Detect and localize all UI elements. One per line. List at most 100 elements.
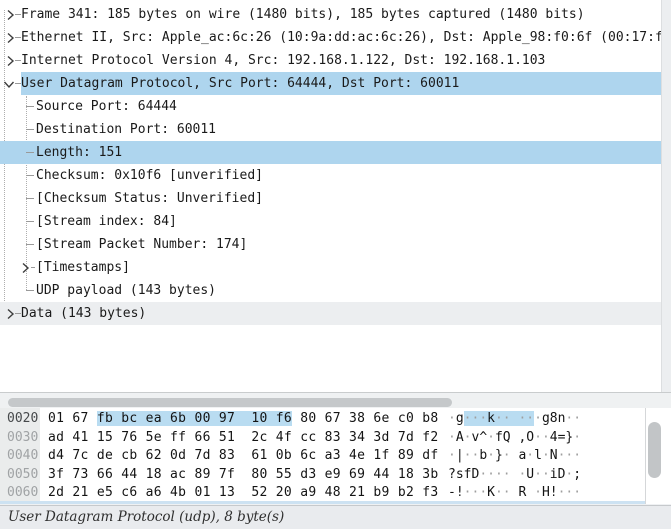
- details-horizontal-scrollbar[interactable]: [0, 394, 671, 408]
- hex-byte[interactable]: ac: [170, 467, 186, 482]
- hex-byte[interactable]: 61: [251, 448, 267, 463]
- tree-row[interactable]: Length: 151: [0, 141, 661, 164]
- hex-byte[interactable]: 0b: [276, 448, 292, 463]
- hex-byte[interactable]: 4f: [276, 430, 292, 445]
- hex-byte[interactable]: f2: [422, 430, 438, 445]
- tree-row[interactable]: [Checksum Status: Unverified]: [0, 187, 661, 210]
- ascii-column[interactable]: ·A·v^·fQ ,O··4=}·: [448, 429, 581, 448]
- hex-byte[interactable]: 18: [398, 467, 414, 482]
- hex-byte[interactable]: 67: [325, 411, 341, 426]
- expand-chevron-icon[interactable]: [21, 262, 30, 274]
- expand-chevron-icon[interactable]: [6, 32, 15, 44]
- hex-byte[interactable]: 62: [146, 448, 162, 463]
- details-vertical-scrollbar[interactable]: [661, 0, 671, 392]
- hex-byte[interactable]: ad: [48, 430, 64, 445]
- hex-row[interactable]: 0040d4 7c de cb 62 0d 7d 83 61 0b 6c a3 …: [0, 447, 645, 466]
- hex-byte[interactable]: b9: [373, 485, 389, 500]
- hex-byte[interactable]: 44: [121, 467, 137, 482]
- hex-byte[interactable]: 18: [146, 467, 162, 482]
- hex-row[interactable]: 0030ad 41 15 76 5e ff 66 51 2c 4f cc 83 …: [0, 429, 645, 448]
- hex-byte[interactable]: 48: [325, 485, 341, 500]
- bytes-vertical-scrollbar[interactable]: [645, 408, 671, 504]
- hex-byte[interactable]: 01: [194, 485, 210, 500]
- hex-byte[interactable]: de: [97, 448, 113, 463]
- hex-byte[interactable]: a6: [146, 485, 162, 500]
- hex-byte[interactable]: 10: [251, 411, 267, 426]
- hex-byte[interactable]: f6: [276, 411, 292, 426]
- hex-byte[interactable]: 3d: [373, 430, 389, 445]
- ascii-column[interactable]: ·g···k·· ···g8n··: [448, 410, 581, 429]
- hex-byte[interactable]: c0: [398, 411, 414, 426]
- tree-row[interactable]: Data (143 bytes): [0, 302, 661, 325]
- hex-byte[interactable]: f3: [422, 485, 438, 500]
- horizontal-scrollbar-thumb[interactable]: [8, 398, 452, 407]
- hex-byte[interactable]: 3b: [422, 467, 438, 482]
- hex-byte[interactable]: 2d: [48, 485, 64, 500]
- hex-byte[interactable]: 5e: [146, 430, 162, 445]
- hex-byte[interactable]: 89: [194, 467, 210, 482]
- expand-chevron-icon[interactable]: [6, 55, 15, 67]
- hex-byte[interactable]: 44: [373, 467, 389, 482]
- hex-byte[interactable]: 7d: [398, 430, 414, 445]
- vertical-scrollbar-thumb[interactable]: [648, 422, 661, 478]
- tree-row[interactable]: User Datagram Protocol, Src Port: 64444,…: [0, 72, 661, 95]
- hex-byte[interactable]: 83: [219, 448, 235, 463]
- hex-byte[interactable]: 2c: [251, 430, 267, 445]
- hex-byte[interactable]: 66: [97, 467, 113, 482]
- hex-byte[interactable]: 66: [194, 430, 210, 445]
- hex-byte[interactable]: bc: [121, 411, 137, 426]
- tree-row[interactable]: Frame 341: 185 bytes on wire (1480 bits)…: [0, 3, 661, 26]
- hex-bytes[interactable]: d4 7c de cb 62 0d 7d 83 61 0b 6c a3 4e 1…: [48, 447, 438, 466]
- tree-row[interactable]: Checksum: 0x10f6 [unverified]: [0, 164, 661, 187]
- ascii-column[interactable]: ·|··b·}· a·l·N···: [448, 447, 581, 466]
- tree-row[interactable]: Destination Port: 60011: [0, 118, 661, 141]
- hex-byte[interactable]: b8: [422, 411, 438, 426]
- hex-byte[interactable]: 73: [72, 467, 88, 482]
- hex-byte[interactable]: 4e: [349, 448, 365, 463]
- hex-byte[interactable]: b2: [398, 485, 414, 500]
- hex-byte[interactable]: 52: [251, 485, 267, 500]
- hex-byte[interactable]: fb: [97, 411, 113, 426]
- hex-byte[interactable]: 0d: [170, 448, 186, 463]
- hex-bytes[interactable]: 01 67 fb bc ea 6b 00 97 10 f6 80 67 38 6…: [48, 410, 438, 429]
- hex-byte[interactable]: 80: [300, 411, 316, 426]
- packet-details-pane[interactable]: Frame 341: 185 bytes on wire (1480 bits)…: [0, 0, 671, 393]
- hex-byte[interactable]: 7d: [194, 448, 210, 463]
- hex-byte[interactable]: 13: [219, 485, 235, 500]
- hex-byte[interactable]: cb: [121, 448, 137, 463]
- tree-row[interactable]: [Stream index: 84]: [0, 210, 661, 233]
- hex-byte[interactable]: 67: [72, 411, 88, 426]
- hex-byte[interactable]: 21: [349, 485, 365, 500]
- hex-byte[interactable]: 6b: [170, 411, 186, 426]
- hex-byte[interactable]: 15: [97, 430, 113, 445]
- hex-byte[interactable]: 7f: [219, 467, 235, 482]
- tree-row[interactable]: [Stream Packet Number: 174]: [0, 233, 661, 256]
- hex-bytes[interactable]: ad 41 15 76 5e ff 66 51 2c 4f cc 83 34 3…: [48, 429, 438, 448]
- hex-byte[interactable]: 01: [48, 411, 64, 426]
- hex-byte[interactable]: 69: [349, 467, 365, 482]
- hex-byte[interactable]: d3: [300, 467, 316, 482]
- packet-bytes-pane[interactable]: 00 20 01 67 fb bc ea 6b 00 97 10 f6 80 67 …: [0, 408, 671, 504]
- expand-chevron-icon[interactable]: [6, 308, 15, 320]
- hex-byte[interactable]: 41: [72, 430, 88, 445]
- hex-byte[interactable]: 51: [219, 430, 235, 445]
- hex-bytes[interactable]: 3f 73 66 44 18 ac 89 7f 80 55 d3 e9 69 4…: [48, 466, 438, 485]
- hex-byte[interactable]: a9: [300, 485, 316, 500]
- hex-byte[interactable]: 97: [219, 411, 235, 426]
- hex-byte[interactable]: 6e: [373, 411, 389, 426]
- tree-row[interactable]: Source Port: 64444: [0, 95, 661, 118]
- tree-row[interactable]: Ethernet II, Src: Apple_ac:6c:26 (10:9a:…: [0, 26, 661, 49]
- hex-byte[interactable]: df: [422, 448, 438, 463]
- hex-byte[interactable]: 20: [276, 485, 292, 500]
- hex-byte[interactable]: 55: [276, 467, 292, 482]
- tree-row[interactable]: Internet Protocol Version 4, Src: 192.16…: [0, 49, 661, 72]
- hex-byte[interactable]: e5: [97, 485, 113, 500]
- hex-byte[interactable]: ea: [146, 411, 162, 426]
- hex-byte[interactable]: d4: [48, 448, 64, 463]
- hex-byte[interactable]: e9: [325, 467, 341, 482]
- hex-byte[interactable]: 00: [194, 411, 210, 426]
- hex-byte[interactable]: 1f: [373, 448, 389, 463]
- tree-row[interactable]: [Timestamps]: [0, 256, 661, 279]
- hex-byte[interactable]: c6: [121, 485, 137, 500]
- hex-byte[interactable]: 21: [72, 485, 88, 500]
